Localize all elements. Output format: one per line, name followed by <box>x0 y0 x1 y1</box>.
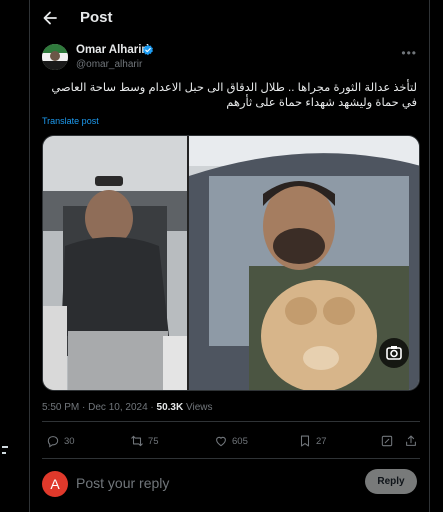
like-count: 605 <box>232 435 248 447</box>
repost-count: 75 <box>148 435 159 447</box>
left-gutter <box>0 0 29 512</box>
post-meta: 5:50 PM · Dec 10, 2024 · 50.3K Views <box>42 402 213 413</box>
media-photo-1[interactable] <box>43 136 187 390</box>
author-handle[interactable]: @omar_alharir <box>76 59 142 70</box>
meta-separator: · <box>147 402 157 413</box>
views-label: Views <box>183 402 213 413</box>
like-icon <box>216 436 226 447</box>
author-name[interactable]: Omar Alhariri <box>76 44 149 56</box>
divider <box>42 458 420 459</box>
post-time[interactable]: 5:50 PM <box>42 402 79 413</box>
translate-link[interactable]: Translate post <box>42 116 99 126</box>
repost-button[interactable]: 75 <box>130 431 159 451</box>
action-bar: 30 75 605 27 <box>42 431 420 451</box>
bookmark-count: 27 <box>316 435 327 447</box>
gutter-mark <box>2 446 8 448</box>
post-header: Post <box>30 0 429 36</box>
reply-count: 30 <box>64 435 75 447</box>
post-date[interactable]: Dec 10, 2024 <box>88 402 148 413</box>
reply-input[interactable] <box>76 473 356 493</box>
reply-button[interactable]: 30 <box>46 431 75 451</box>
post-column: Post Omar Alhariri @omar_alharir ••• لتأ… <box>29 0 430 512</box>
page-title: Post <box>80 9 113 26</box>
share-button[interactable] <box>404 431 418 451</box>
user-avatar[interactable]: A <box>42 471 68 497</box>
right-gutter <box>430 0 443 512</box>
bookmark-icon <box>300 435 310 447</box>
meta-separator: · <box>79 402 89 413</box>
tweet-text: لتأخذ عدالة الثورة مجراها .. طلال الدقاق… <box>51 82 417 109</box>
verified-badge-icon <box>143 44 153 56</box>
camera-icon[interactable] <box>379 338 409 368</box>
like-button[interactable]: 605 <box>214 431 248 451</box>
edit-button[interactable] <box>380 431 394 451</box>
media-grid[interactable] <box>42 135 420 391</box>
share-icon <box>406 435 416 446</box>
author-avatar[interactable] <box>42 44 68 70</box>
reply-submit-button[interactable]: Reply <box>365 469 417 494</box>
repost-icon <box>131 435 143 447</box>
edit-icon <box>381 435 393 447</box>
more-icon[interactable]: ••• <box>401 46 417 60</box>
views-count: 50.3K <box>156 402 184 413</box>
back-arrow-icon[interactable] <box>40 8 60 28</box>
gutter-mark <box>2 452 6 454</box>
divider <box>42 421 420 422</box>
reply-icon <box>47 436 59 448</box>
bookmark-button[interactable]: 27 <box>298 431 327 451</box>
